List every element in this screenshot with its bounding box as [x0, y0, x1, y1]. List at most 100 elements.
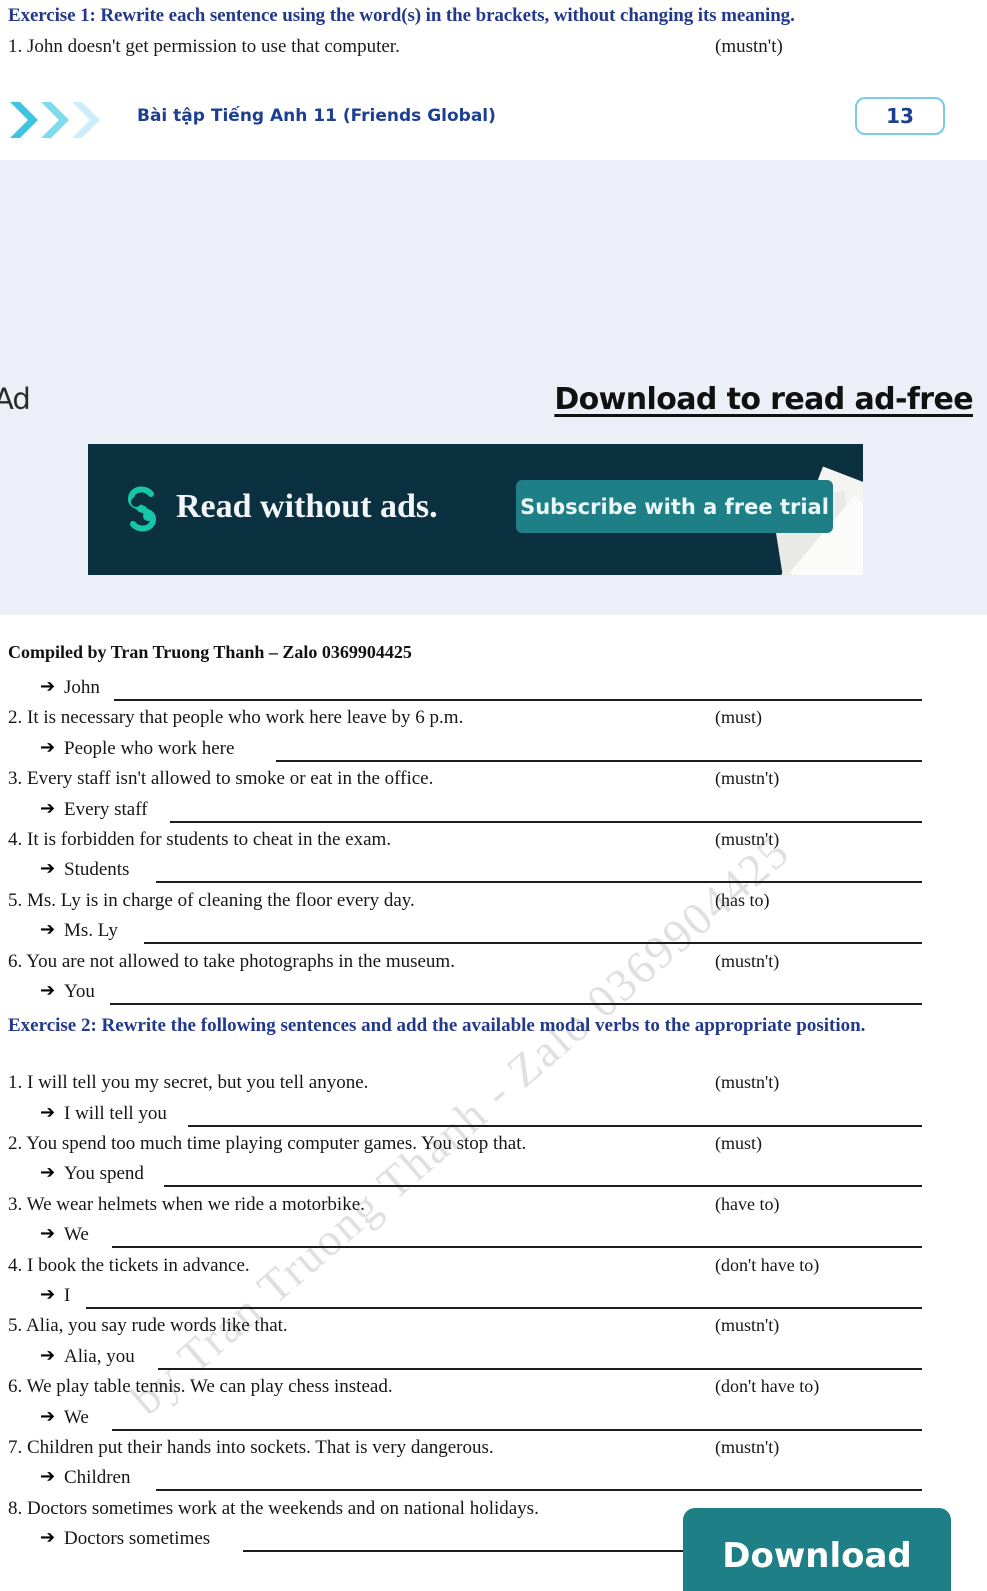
- scribd-s-logo-icon: [120, 484, 164, 534]
- answer-blank-line[interactable]: [188, 1124, 922, 1127]
- question-row: 1. I will tell you my secret, but you te…: [0, 1072, 987, 1102]
- answer-blank-line[interactable]: [170, 820, 922, 823]
- answer-blank-line[interactable]: [114, 699, 922, 701]
- exercise-1-heading: Exercise 1: Rewrite each sentence using …: [8, 5, 795, 26]
- question-text: 1. I will tell you my secret, but you te…: [8, 1072, 369, 1094]
- question-modal-hint: (mustn't): [715, 1072, 780, 1093]
- answer-blank-line[interactable]: [86, 1307, 922, 1309]
- answer-lead-in: John: [64, 677, 100, 698]
- question-row: 7. Children put their hands into sockets…: [0, 1437, 987, 1467]
- question-modal-hint: (don't have to): [715, 1254, 820, 1275]
- answer-lead-in: We: [64, 1224, 89, 1246]
- download-button-label: Download: [722, 1536, 912, 1576]
- exercise-1-question-1-modal: (mustn't): [715, 36, 783, 57]
- question-text: 2. You spend too much time playing compu…: [8, 1133, 527, 1154]
- question-text: 3. We wear helmets when we ride a motorb…: [8, 1193, 365, 1215]
- question-text: 8. Doctors sometimes work at the weekend…: [8, 1497, 539, 1519]
- question-text: 4. It is forbidden for students to cheat…: [8, 829, 392, 850]
- question-text: 6. You are not allowed to take photograp…: [8, 950, 455, 972]
- question-text: 7. Children put their hands into sockets…: [8, 1437, 494, 1458]
- answer-lead-in: Students: [64, 859, 130, 881]
- answer-lead-in: I: [64, 1285, 71, 1306]
- question-text: 5. Ms. Ly is in charge of cleaning the f…: [8, 889, 415, 911]
- download-button[interactable]: Download: [683, 1508, 951, 1591]
- question-modal-hint: (must): [715, 707, 762, 728]
- subscribe-free-trial-button[interactable]: Subscribe with a free trial: [516, 480, 833, 533]
- answer-row: ➔ You spend: [0, 1162, 987, 1193]
- answer-blank-line[interactable]: [112, 1246, 922, 1249]
- answer-row: ➔ Students: [0, 858, 987, 889]
- answer-row: ➔ People who work here: [0, 736, 987, 768]
- question-modal-hint: (must): [715, 1133, 762, 1153]
- question-text: 5. Alia, you say rude words like that.: [8, 1315, 288, 1337]
- answer-lead-in: You: [64, 981, 95, 1002]
- answer-row: ➔ We: [0, 1223, 987, 1254]
- question-text: 2. It is necessary that people who work …: [8, 707, 464, 729]
- answer-lead-in: We: [64, 1406, 89, 1428]
- double-chevron-right-icon: [8, 100, 123, 140]
- question-modal-hint: (don't have to): [715, 1376, 820, 1397]
- download-to-read-ad-free-link[interactable]: Download to read ad-free: [554, 382, 973, 417]
- arrow-right-icon: ➔: [40, 1162, 56, 1184]
- answer-row: ➔ Alia, you: [0, 1344, 987, 1376]
- answer-row: ➔ I: [0, 1284, 987, 1315]
- question-text: 4. I book the tickets in advance.: [8, 1254, 250, 1276]
- arrow-right-icon: ➔: [40, 1284, 56, 1305]
- answer-lead-in: Ms. Ly: [64, 920, 118, 942]
- page-number-badge: 13: [855, 97, 945, 135]
- arrow-right-icon: ➔: [40, 1405, 56, 1427]
- ad-headline: Read without ads.: [176, 488, 438, 525]
- question-modal-hint: (mustn't): [715, 768, 780, 789]
- answer-lead-in: I will tell you: [64, 1102, 167, 1124]
- answer-blank-line[interactable]: [156, 1489, 922, 1492]
- answer-lead-in: Doctors sometimes: [64, 1528, 211, 1550]
- answer-lead-in: Alia, you: [64, 1345, 135, 1367]
- page-root: Exercise 1: Rewrite each sentence using …: [0, 0, 987, 1591]
- answer-blank-line[interactable]: [156, 881, 922, 884]
- ad-banner[interactable]: Read without ads. Subscribe with a free …: [88, 444, 863, 575]
- question-modal-hint: (mustn't): [715, 1437, 780, 1457]
- arrow-right-icon: ➔: [40, 980, 56, 1001]
- answer-row: ➔ Ms. Ly: [0, 919, 987, 950]
- question-row: 2. It is necessary that people who work …: [0, 707, 987, 737]
- question-row: 3. Every staff isn't allowed to smoke or…: [0, 768, 987, 798]
- subscribe-button-label: Subscribe with a free trial: [520, 494, 829, 519]
- worksheet-body: Compiled by Tran Truong Thanh – Zalo 036…: [0, 615, 987, 1591]
- answer-row: ➔ I will tell you: [0, 1102, 987, 1133]
- question-row: 5. Ms. Ly is in charge of cleaning the f…: [0, 890, 987, 920]
- answer-lead-in: People who work here: [64, 737, 235, 759]
- arrow-right-icon: ➔: [40, 919, 56, 941]
- question-row: 4. It is forbidden for students to cheat…: [0, 829, 987, 859]
- answer-lead-in: Every staff: [64, 798, 148, 820]
- answer-blank-line[interactable]: [112, 1428, 922, 1431]
- answer-blank-line[interactable]: [110, 1003, 922, 1005]
- answer-lead-in: You spend: [64, 1163, 144, 1185]
- answer-row: ➔ Every staff: [0, 798, 987, 829]
- question-text: 6. We play table tennis. We can play che…: [8, 1376, 393, 1398]
- answer-row: ➔ Children: [0, 1466, 987, 1497]
- question-text: 3. Every staff isn't allowed to smoke or…: [8, 768, 434, 790]
- answer-row: ➔ We: [0, 1405, 987, 1437]
- question-row: 6. You are not allowed to take photograp…: [0, 951, 987, 981]
- answer-blank-line[interactable]: [276, 759, 922, 762]
- arrow-right-icon: ➔: [40, 736, 56, 758]
- answer-blank-line[interactable]: [158, 1367, 922, 1370]
- arrow-right-icon: ➔: [40, 1466, 56, 1488]
- question-row: 5. Alia, you say rude words like that. (m…: [0, 1315, 987, 1345]
- answer-blank-line[interactable]: [144, 942, 922, 945]
- question-modal-hint: (mustn't): [715, 950, 780, 971]
- exercise-1-question-1: 1. John doesn't get permission to use th…: [8, 36, 400, 57]
- answer-row: ➔ John: [0, 676, 987, 707]
- question-row: 4. I book the tickets in advance. (don't …: [0, 1255, 987, 1285]
- answer-blank-line[interactable]: [164, 1185, 922, 1188]
- answer-row: ➔ You: [0, 980, 987, 1011]
- header-title: Bài tập Tiếng Anh 11 (Friends Global): [137, 106, 496, 126]
- question-modal-hint: (mustn't): [715, 829, 780, 849]
- arrow-right-icon: ➔: [40, 858, 56, 880]
- question-modal-hint: (mustn't): [715, 1315, 780, 1336]
- question-row: 3. We wear helmets when we ride a motorb…: [0, 1194, 987, 1224]
- question-row: 6. We play table tennis. We can play che…: [0, 1376, 987, 1406]
- arrow-right-icon: ➔: [40, 1527, 56, 1549]
- ad-label: Ad: [0, 382, 31, 416]
- arrow-right-icon: ➔: [40, 1344, 56, 1366]
